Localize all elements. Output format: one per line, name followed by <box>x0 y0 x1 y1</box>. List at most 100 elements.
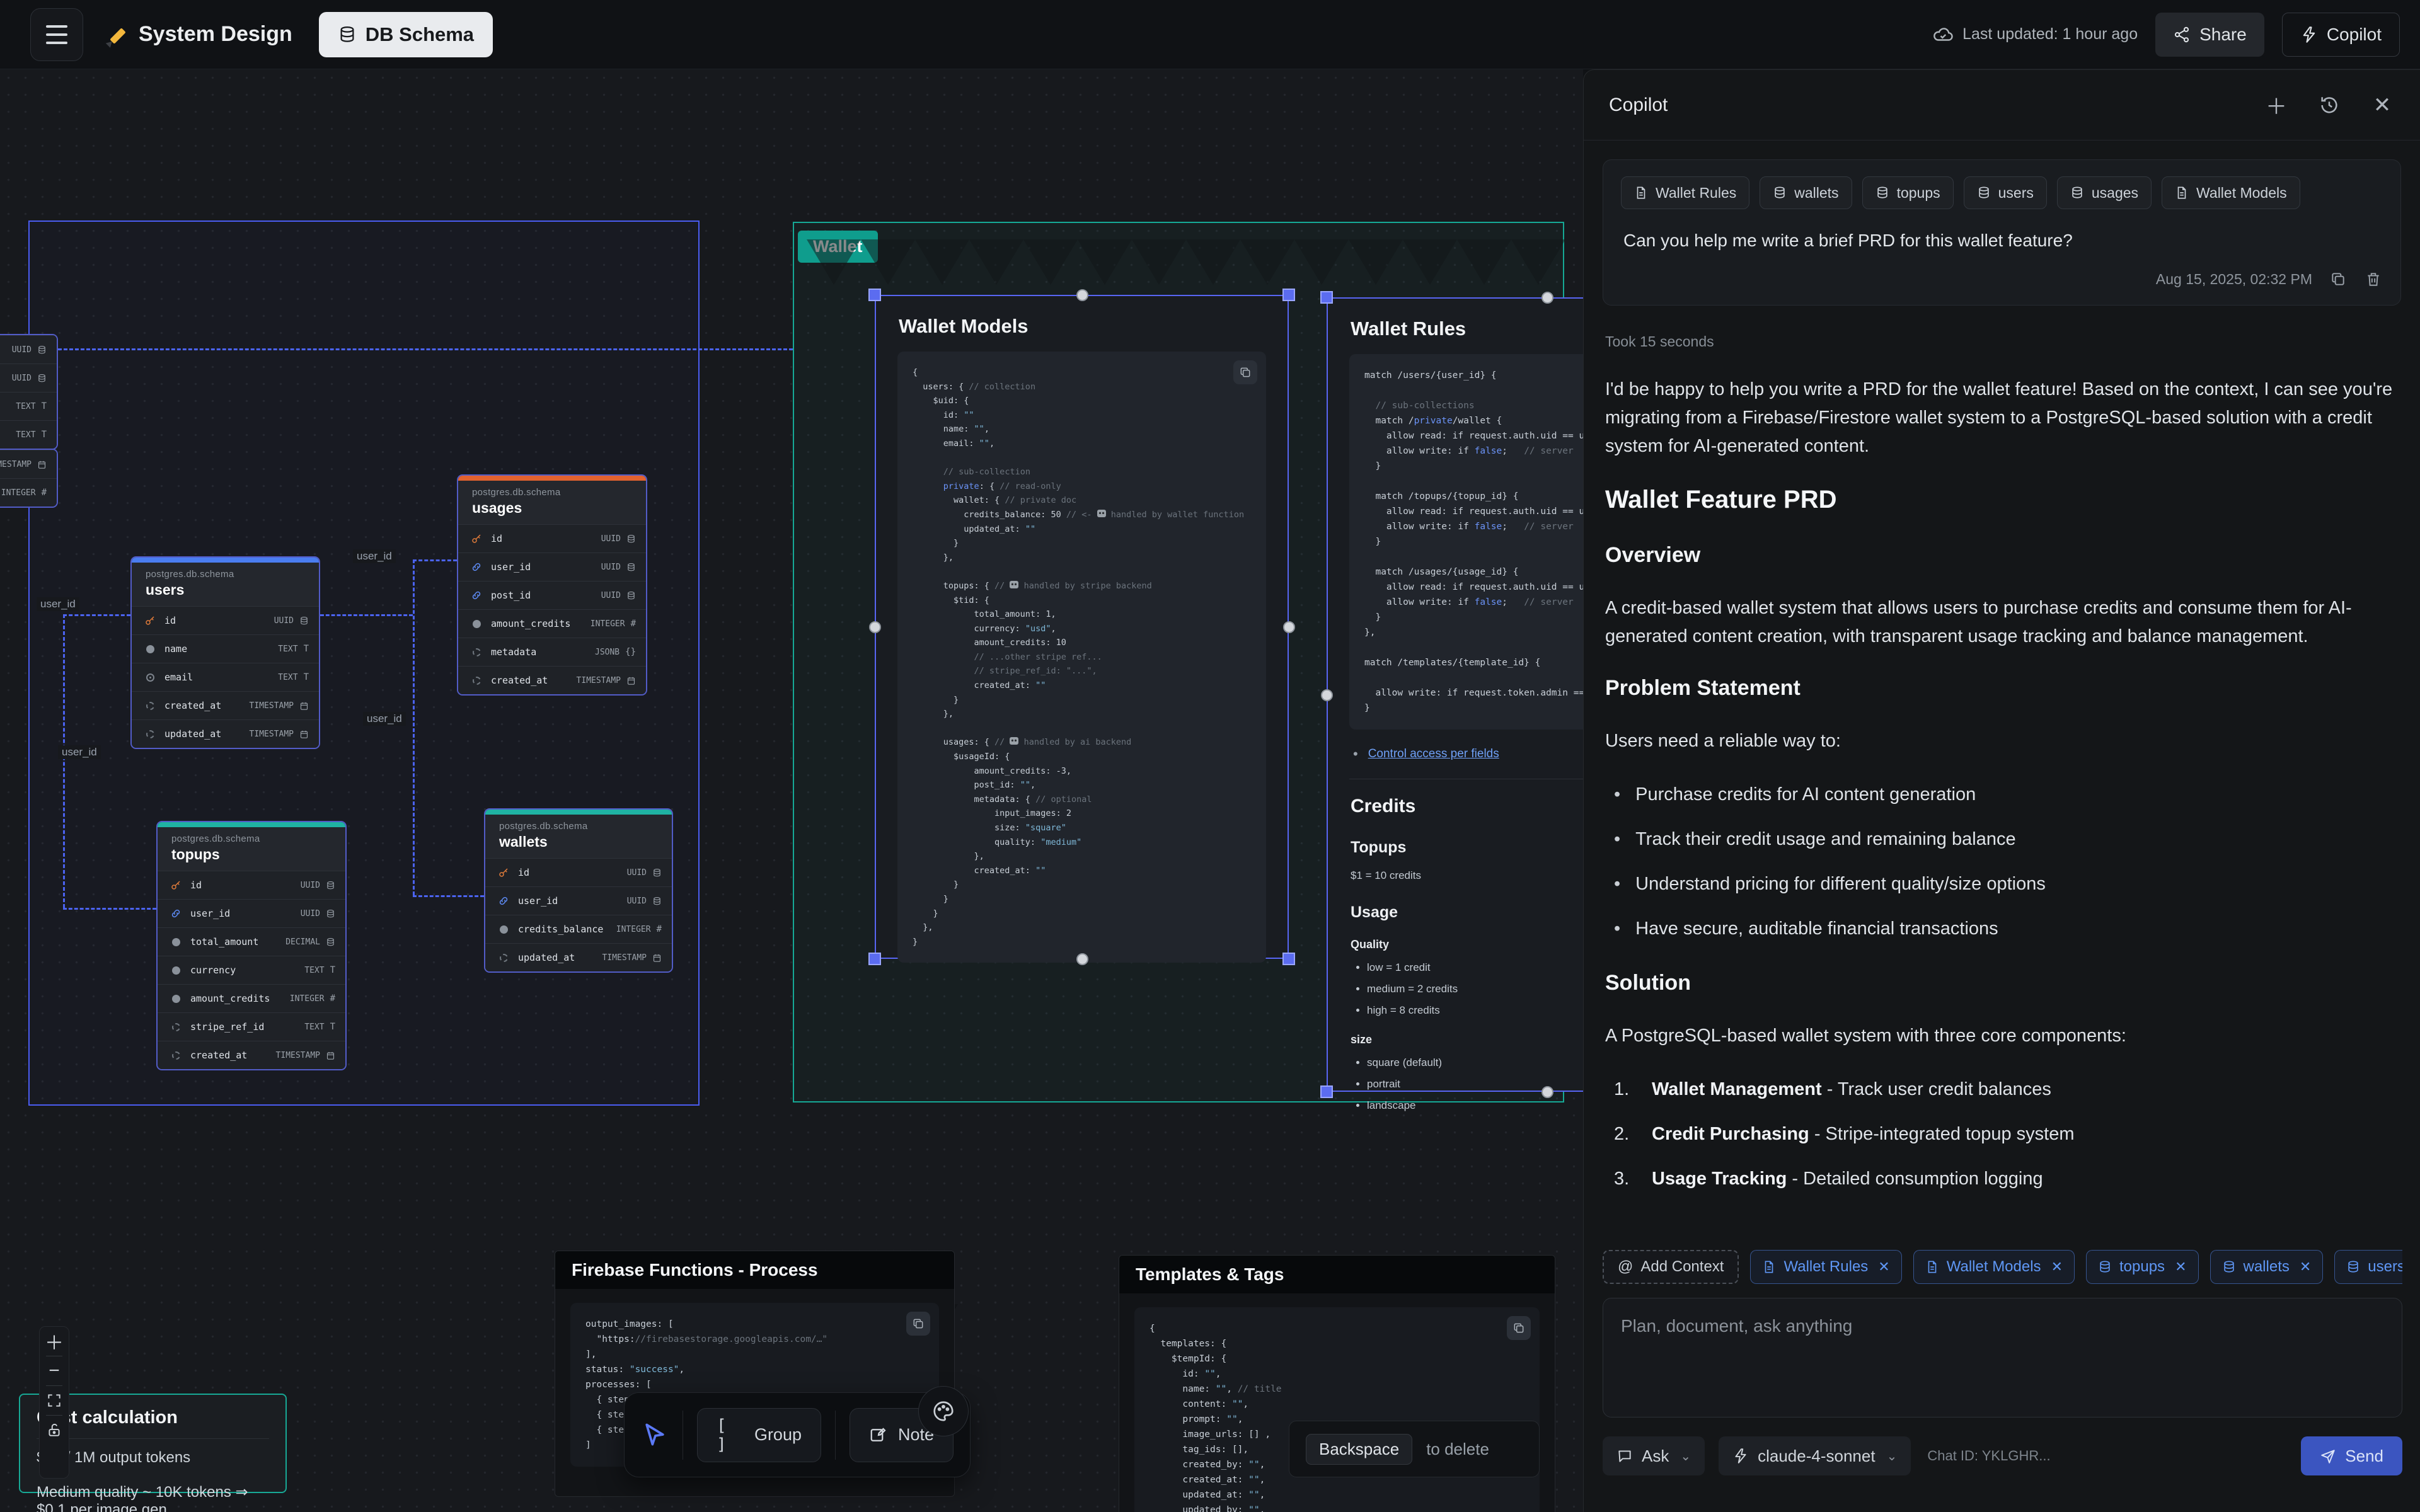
composer-chip-wallets[interactable]: wallets✕ <box>2210 1250 2324 1284</box>
table-field-row[interactable]: emailTEXTT <box>132 663 319 691</box>
table-field-row[interactable]: TEXTT <box>0 420 57 449</box>
table-field-row[interactable]: user_idUUID <box>458 553 646 581</box>
composer-chip-wallet-models[interactable]: Wallet Models✕ <box>1913 1250 2075 1284</box>
table-field-row[interactable]: updated_atTIMESTAMP <box>485 943 672 971</box>
table-field-row[interactable]: amount_creditsINTEGER# <box>458 609 646 638</box>
copy-message-button[interactable] <box>2329 270 2348 289</box>
table-field-row[interactable]: TIMESTAMP <box>0 450 57 478</box>
model-dropdown[interactable]: claude-4-sonnet ⌄ <box>1719 1436 1911 1475</box>
close-sidebar-button[interactable]: ✕ <box>2370 93 2395 118</box>
table-field-row[interactable]: idUUID <box>485 858 672 886</box>
table-schema: postgres.db.schema <box>146 569 305 580</box>
table-usages[interactable]: postgres.db.schemausagesidUUIDuser_idUUI… <box>457 474 647 696</box>
copilot-button[interactable]: Copilot <box>2282 13 2400 57</box>
composer-chip-users[interactable]: users✕ <box>2334 1250 2402 1284</box>
table-partial1[interactable]: UUIDUUIDTEXTTTEXTT <box>0 334 58 450</box>
field-name: id <box>518 867 529 878</box>
unlock-button[interactable] <box>40 1416 69 1445</box>
relationship-connector <box>63 614 130 616</box>
table-field-row[interactable]: created_atTIMESTAMP <box>458 666 646 694</box>
composer-chip-topups[interactable]: topups✕ <box>2086 1250 2199 1284</box>
context-chip-wallets[interactable]: wallets <box>1760 176 1852 209</box>
table-field-row[interactable]: UUID <box>0 335 57 364</box>
table-users[interactable]: postgres.db.schemausersidUUIDnameTEXTTem… <box>130 556 320 749</box>
share-button[interactable]: Share <box>2155 13 2264 57</box>
table-field-row[interactable]: nameTEXTT <box>132 634 319 663</box>
wallet-models-panel[interactable]: Wallet Models{ users: { // collection $u… <box>875 295 1289 959</box>
table-field-row[interactable]: total_amountDECIMAL <box>158 927 345 956</box>
palette-button[interactable] <box>918 1386 969 1436</box>
fit-view-button[interactable] <box>40 1386 69 1415</box>
selection-handle[interactable] <box>1283 621 1295 633</box>
table-field-row[interactable]: user_idUUID <box>485 886 672 915</box>
table-field-row[interactable]: credits_balanceINTEGER# <box>485 915 672 943</box>
selection-handle[interactable] <box>868 953 881 965</box>
copy-code-button[interactable] <box>1507 1316 1531 1340</box>
context-chip-topups[interactable]: topups <box>1862 176 1954 209</box>
group-tool-button[interactable]: [ ]Group <box>697 1408 821 1462</box>
remove-chip-button[interactable]: ✕ <box>2175 1259 2186 1275</box>
selection-handle[interactable] <box>1320 1085 1333 1098</box>
selection-handle[interactable] <box>1282 289 1295 301</box>
composer-chip-wallet-rules[interactable]: Wallet Rules✕ <box>1750 1250 1901 1284</box>
selection-handle[interactable] <box>1282 953 1295 965</box>
diagram-canvas[interactable]: Walletuser_iduser_iduser_iduser_idpostgr… <box>0 69 1583 1512</box>
selection-handle[interactable] <box>1320 291 1333 304</box>
control-access-link[interactable]: Control access per fields <box>1368 747 1499 761</box>
table-field-row[interactable]: idUUID <box>132 606 319 634</box>
table-field-row[interactable]: TEXTT <box>0 392 57 420</box>
tab-db-schema[interactable]: DB Schema <box>319 12 493 57</box>
table-field-row[interactable]: created_atTIMESTAMP <box>158 1041 345 1069</box>
cursor-tool-icon <box>641 1421 669 1449</box>
select-tool[interactable] <box>641 1421 669 1449</box>
table-field-row[interactable]: amount_creditsINTEGER# <box>158 984 345 1012</box>
foreign-key-icon <box>471 561 482 573</box>
zoom-in-button[interactable]: ＋ <box>40 1327 69 1356</box>
menu-button[interactable] <box>30 8 83 61</box>
table-field-row[interactable]: metadataJSONB{} <box>458 638 646 666</box>
table-field-row[interactable]: idUUID <box>458 524 646 553</box>
new-chat-button[interactable]: ＋ <box>2264 93 2289 118</box>
selection-handle[interactable] <box>868 289 881 301</box>
context-chip-usages[interactable]: usages <box>2057 176 2152 209</box>
selection-handle[interactable] <box>1076 289 1088 301</box>
send-button[interactable]: Send <box>2301 1436 2402 1475</box>
selection-handle[interactable] <box>1321 689 1333 701</box>
context-chip-users[interactable]: users <box>1964 176 2047 209</box>
table-partial2[interactable]: TIMESTAMPINTEGER# <box>0 449 58 508</box>
ask-mode-dropdown[interactable]: Ask ⌄ <box>1603 1436 1705 1475</box>
remove-chip-button[interactable]: ✕ <box>2051 1259 2063 1275</box>
table-field-row[interactable]: INTEGER# <box>0 478 57 507</box>
table-field-row[interactable]: UUID <box>0 364 57 392</box>
table-field-row[interactable]: currencyTEXTT <box>158 956 345 984</box>
remove-chip-button[interactable]: ✕ <box>2300 1259 2311 1275</box>
table-field-row[interactable]: created_atTIMESTAMP <box>132 691 319 719</box>
delete-message-button[interactable] <box>2364 270 2383 289</box>
table-wallets[interactable]: postgres.db.schemawalletsidUUIDuser_idUU… <box>484 808 673 973</box>
table-field-row[interactable]: post_idUUID <box>458 581 646 609</box>
zoom-out-button[interactable]: − <box>40 1356 69 1385</box>
selection-handle[interactable] <box>1541 1086 1553 1098</box>
required-field-icon <box>172 938 180 946</box>
table-topups[interactable]: postgres.db.schematopupsidUUIDuser_idUUI… <box>156 821 347 1070</box>
selection-handle[interactable] <box>869 621 881 633</box>
field-name: amount_credits <box>190 993 270 1004</box>
chat-scroll-area[interactable]: Wallet Rules wallets topups users usages Wall… <box>1584 140 2420 1309</box>
copy-code-button[interactable] <box>906 1312 930 1336</box>
context-chip-wallet-models[interactable]: Wallet Models <box>2162 176 2300 209</box>
context-chip-wallet-rules[interactable]: Wallet Rules <box>1621 176 1749 209</box>
primary-key-icon <box>498 867 509 878</box>
prompt-input[interactable]: Plan, document, ask anything <box>1603 1298 2402 1418</box>
nullable-field-icon <box>146 730 154 738</box>
selection-handle[interactable] <box>1541 292 1553 304</box>
selection-handle[interactable] <box>1076 953 1088 965</box>
wallet-rules-panel[interactable]: Wallet Rulesmatch /users/{user_id} { // … <box>1327 297 1583 1092</box>
remove-chip-button[interactable]: ✕ <box>1878 1259 1889 1275</box>
history-button[interactable] <box>2317 93 2342 118</box>
table-field-row[interactable]: stripe_ref_idTEXTT <box>158 1012 345 1041</box>
table-field-row[interactable]: idUUID <box>158 871 345 899</box>
add-context-button[interactable]: @ Add Context <box>1603 1250 1739 1284</box>
table-field-row[interactable]: user_idUUID <box>158 899 345 927</box>
copy-code-button[interactable] <box>1233 360 1257 384</box>
table-field-row[interactable]: updated_atTIMESTAMP <box>132 719 319 748</box>
